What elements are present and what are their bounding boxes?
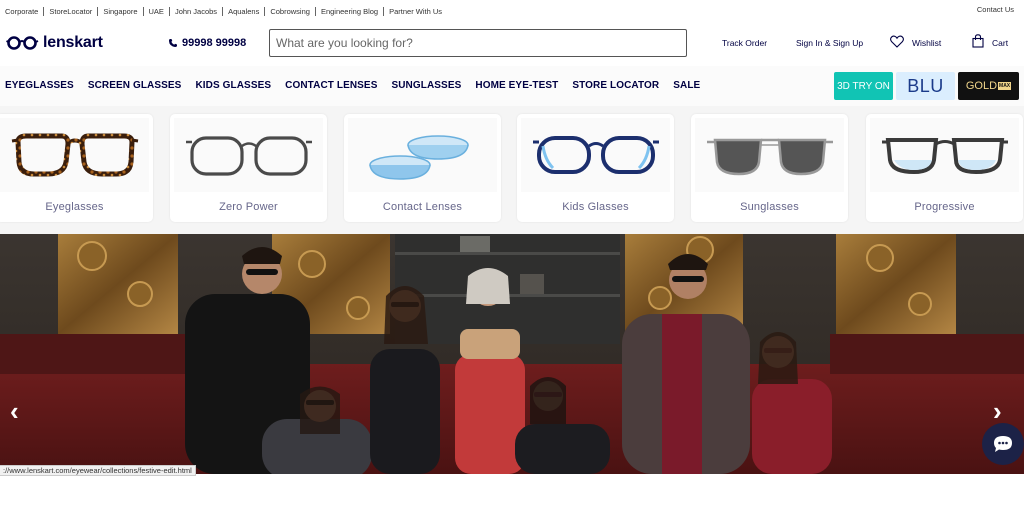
toplink-storelocator[interactable]: StoreLocator: [43, 7, 97, 16]
phone-icon: [168, 39, 177, 48]
nav-store-locator[interactable]: STORE LOCATOR: [572, 80, 659, 91]
track-order-link[interactable]: Track Order: [722, 38, 767, 48]
category-card-zero-power[interactable]: Zero Power: [170, 114, 327, 222]
category-label: Contact Lenses: [382, 201, 463, 213]
progressive-image: [870, 118, 1019, 192]
sunglasses-image: [695, 118, 844, 192]
toplink-uae[interactable]: UAE: [142, 7, 169, 16]
top-utility-bar: Corporate StoreLocator Singapore UAE Joh…: [0, 0, 1024, 22]
category-card-eyeglasses[interactable]: Eyeglasses: [0, 114, 153, 222]
nav-items: EYEGLASSES SCREEN GLASSES KIDS GLASSES C…: [5, 80, 714, 91]
category-card-kids-glasses[interactable]: Kids Glasses: [517, 114, 674, 222]
wishlist-label: Wishlist: [912, 38, 942, 48]
zero-power-image: [174, 118, 323, 192]
eyeglasses-image: [0, 118, 149, 192]
main-nav: EYEGLASSES SCREEN GLASSES KIDS GLASSES C…: [0, 66, 1024, 106]
category-card-contact-lenses[interactable]: Contact Lenses: [344, 114, 501, 222]
3d-try-on-button[interactable]: 3D TRY ON: [834, 72, 893, 100]
hero-image: [0, 234, 1024, 474]
contact-us-link[interactable]: Contact Us: [977, 5, 1014, 14]
glasses-logo-icon: [6, 36, 39, 50]
carousel-prev-button[interactable]: ‹: [10, 396, 19, 427]
toplink-partner[interactable]: Partner With Us: [383, 7, 447, 16]
nav-sale[interactable]: SALE: [673, 80, 700, 91]
gold-max-badge: MAX: [998, 82, 1012, 90]
category-card-sunglasses[interactable]: Sunglasses: [691, 114, 848, 222]
category-label: Zero Power: [219, 201, 278, 213]
blu-button[interactable]: BLU: [896, 72, 955, 100]
header: lenskart 99998 99998 Track Order Sign In…: [0, 22, 1024, 65]
logo-text: lenskart: [43, 34, 103, 51]
logo[interactable]: lenskart: [6, 34, 103, 52]
bag-icon: [972, 34, 984, 48]
chat-button[interactable]: [982, 423, 1024, 465]
signin-link[interactable]: Sign In & Sign Up: [796, 38, 863, 48]
nav-screen-glasses[interactable]: SCREEN GLASSES: [88, 80, 182, 91]
nav-home-eye-test[interactable]: HOME EYE-TEST: [475, 80, 558, 91]
category-label: Eyeglasses: [45, 201, 104, 213]
status-bar-url: ://www.lenskart.com/eyewear/collections/…: [0, 465, 196, 476]
toplink-john-jacobs[interactable]: John Jacobs: [168, 7, 222, 16]
toplink-engineering-blog[interactable]: Engineering Blog: [314, 7, 383, 16]
kids-glasses-image: [521, 118, 670, 192]
nav-kids-glasses[interactable]: KIDS GLASSES: [195, 80, 271, 91]
contact-lenses-image: [348, 118, 497, 192]
category-label: Progressive: [914, 201, 975, 213]
phone-contact[interactable]: 99998 99998: [168, 37, 246, 49]
search-input[interactable]: [269, 29, 687, 57]
nav-sunglasses[interactable]: SUNGLASSES: [391, 80, 461, 91]
hero-banner[interactable]: [0, 234, 1024, 474]
heart-icon: [890, 35, 904, 48]
category-label: Sunglasses: [740, 201, 799, 213]
category-card-progressive[interactable]: Progressive: [866, 114, 1023, 222]
phone-number: 99998 99998: [182, 37, 247, 49]
top-links: Corporate StoreLocator Singapore UAE Joh…: [5, 7, 447, 16]
toplink-aqualens[interactable]: Aqualens: [222, 7, 264, 16]
gold-label: GOLD: [965, 80, 998, 92]
nav-contact-lenses[interactable]: CONTACT LENSES: [285, 80, 377, 91]
wishlist-link[interactable]: Wishlist: [890, 35, 941, 48]
toplink-cobrowsing[interactable]: Cobrowsing: [264, 7, 315, 16]
cart-link[interactable]: Cart: [972, 34, 1008, 48]
gold-max-button[interactable]: GOLD MAX: [958, 72, 1019, 100]
cart-label: Cart: [992, 38, 1009, 48]
toplink-corporate[interactable]: Corporate: [5, 7, 43, 16]
nav-eyeglasses[interactable]: EYEGLASSES: [5, 80, 74, 91]
toplink-singapore[interactable]: Singapore: [97, 7, 142, 16]
category-strip: Eyeglasses Zero Power Contact Lenses Kid…: [0, 106, 1024, 234]
category-label: Kids Glasses: [562, 201, 629, 213]
chat-icon: [994, 436, 1012, 452]
